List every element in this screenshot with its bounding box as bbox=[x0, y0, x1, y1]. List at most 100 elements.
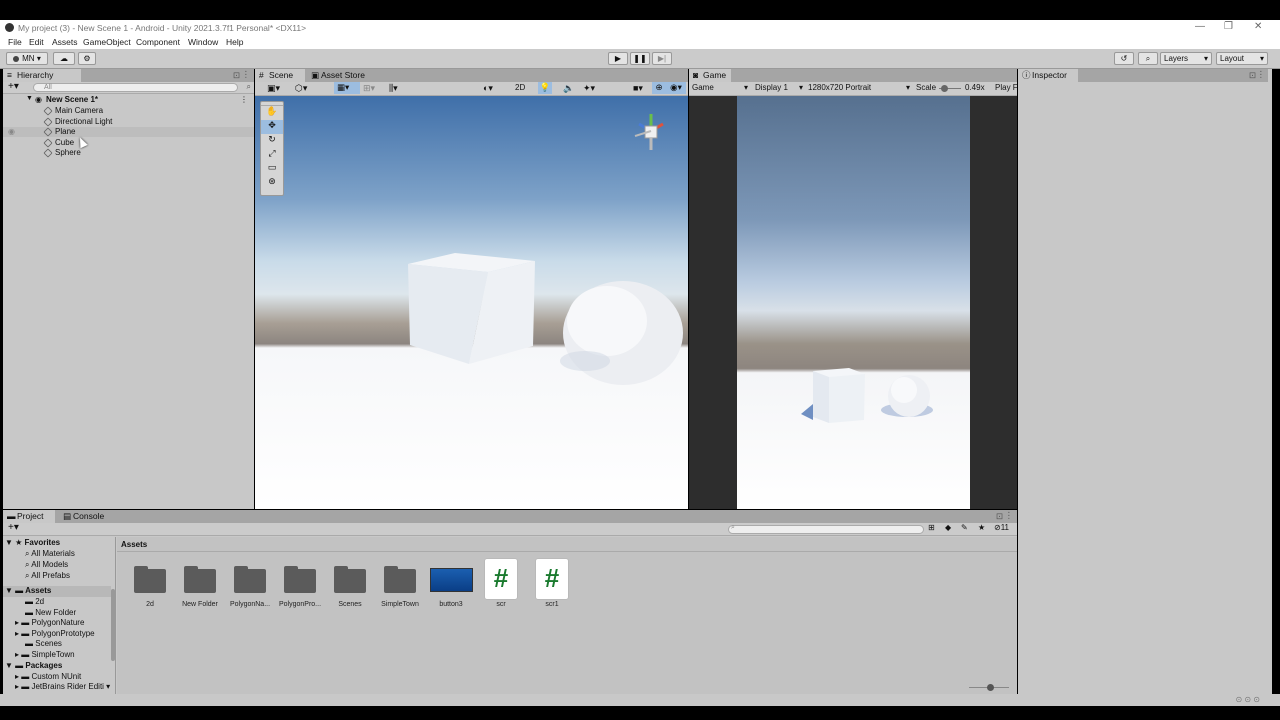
menu-gameobject[interactable]: GameObject bbox=[83, 37, 131, 47]
gizmos-toggle[interactable]: ⊕ bbox=[652, 82, 666, 94]
scale-tool-icon[interactable]: ⤢ bbox=[261, 148, 283, 162]
grid-snap-button[interactable]: ▦▾ bbox=[334, 82, 360, 94]
favorite-star-icon[interactable]: ★ bbox=[978, 523, 985, 532]
hidden-packages-icon[interactable]: ✎ bbox=[961, 523, 968, 532]
lock-icon[interactable]: ⊡ bbox=[233, 70, 240, 81]
asset-folder[interactable]: PolygonNa... bbox=[225, 565, 275, 610]
lock-icon[interactable]: ⊡ bbox=[1249, 70, 1256, 81]
folder-item[interactable]: ▬ 2d bbox=[25, 597, 44, 606]
folder-item[interactable]: ▸ ▬ PolygonPrototype bbox=[15, 629, 95, 638]
kebab-menu-icon[interactable]: ⋮ bbox=[240, 95, 248, 104]
menu-file[interactable]: File bbox=[8, 37, 22, 47]
favorite-item[interactable]: ⌕ All Prefabs bbox=[25, 571, 70, 581]
game-view-dropdown[interactable]: Game ▾ bbox=[692, 83, 748, 92]
undo-history-button[interactable]: ↺ bbox=[1114, 52, 1134, 65]
asset-folder[interactable]: PolygonPro... bbox=[275, 565, 325, 610]
add-icon[interactable]: +▾ bbox=[8, 522, 19, 533]
folder-item[interactable]: ▸ ▬ PolygonNature bbox=[15, 618, 84, 627]
resolution-dropdown[interactable]: 1280x720 Portrait ▾ bbox=[808, 83, 910, 92]
scale-slider[interactable] bbox=[939, 85, 961, 92]
folder-item[interactable]: ▬ New Folder bbox=[25, 608, 76, 617]
toggle-2d-button[interactable]: 2D bbox=[515, 83, 525, 92]
effects-icon[interactable]: ✦▾ bbox=[583, 83, 595, 94]
menu-assets[interactable]: Assets bbox=[52, 37, 78, 47]
step-button[interactable]: ▶| bbox=[652, 52, 672, 65]
project-search-input[interactable]: ⌕ bbox=[728, 524, 924, 534]
menu-edit[interactable]: Edit bbox=[29, 37, 44, 47]
asset-folder[interactable]: Scenes bbox=[325, 565, 375, 610]
cloud-button[interactable]: ☁ bbox=[53, 52, 75, 65]
render-mode-icon[interactable]: ⬡▾ bbox=[295, 83, 307, 94]
move-tool-icon[interactable]: ✥ bbox=[261, 120, 283, 134]
visibility-eye-icon[interactable]: ◉ bbox=[8, 127, 15, 136]
transform-tool-icon[interactable]: ⊛ bbox=[261, 176, 283, 190]
audio-icon[interactable]: 🔈 bbox=[563, 83, 574, 94]
folder-item[interactable]: ▬ Scenes bbox=[25, 639, 62, 648]
hidden-count[interactable]: ⊘11 bbox=[994, 523, 1009, 532]
kebab-menu-icon[interactable]: ⋮ bbox=[1005, 510, 1014, 521]
snap-icon[interactable]: ⊞▾ bbox=[363, 83, 375, 94]
collab-button[interactable]: ⚙ bbox=[78, 52, 96, 65]
rect-tool-icon[interactable]: ▭ bbox=[261, 162, 283, 176]
foldout-arrow-icon[interactable]: ▼ bbox=[26, 95, 33, 102]
lock-icon[interactable]: ⊡ bbox=[996, 511, 1003, 522]
folder-item[interactable]: ▸ ▬ SimpleTown bbox=[15, 650, 75, 659]
hand-tool-icon[interactable]: ✋ bbox=[261, 106, 283, 120]
maximize-button[interactable]: ❐ bbox=[1224, 21, 1233, 32]
orientation-gizmo[interactable] bbox=[625, 106, 675, 156]
account-button[interactable]: MN ▾ bbox=[6, 52, 48, 65]
layout-dropdown[interactable]: Layout ▾ bbox=[1216, 52, 1268, 65]
scene-viewport[interactable]: ✋ ✥ ↻ ⤢ ▭ ⊛ bbox=[255, 96, 688, 509]
asset-folder[interactable]: SimpleTown bbox=[375, 565, 425, 610]
search-icon[interactable]: ⌕ bbox=[247, 82, 251, 92]
breadcrumb[interactable]: Assets bbox=[121, 540, 147, 549]
increment-snap-icon[interactable]: ⫼▾ bbox=[389, 83, 398, 94]
menu-help[interactable]: Help bbox=[226, 37, 243, 47]
camera-icon[interactable]: ■▾ bbox=[633, 83, 643, 94]
draw-mode-icon[interactable]: ▣▾ bbox=[267, 83, 280, 94]
hierarchy-item[interactable]: Sphere bbox=[3, 148, 254, 159]
asset-script[interactable]: # scr1 bbox=[527, 555, 577, 610]
add-icon[interactable]: +▾ bbox=[8, 81, 19, 92]
shading-icon[interactable]: ◐▾ bbox=[483, 83, 493, 94]
pause-button[interactable]: ❚❚ bbox=[630, 52, 650, 65]
kebab-menu-icon[interactable]: ⋮ bbox=[1257, 69, 1266, 80]
assets-header[interactable]: ▼ ▬ Assets bbox=[3, 586, 111, 597]
asset-folder[interactable]: New Folder bbox=[175, 565, 225, 610]
kebab-menu-icon[interactable]: ⋮ bbox=[242, 69, 251, 80]
play-button[interactable]: ▶ bbox=[608, 52, 628, 65]
slider-thumb[interactable] bbox=[987, 684, 994, 691]
play-focused-dropdown[interactable]: Play F bbox=[995, 83, 1018, 92]
layers-dropdown[interactable]: Layers ▾ bbox=[1160, 52, 1212, 65]
tab-inspector[interactable]: ⓘ Inspector bbox=[1018, 69, 1078, 82]
icon-size-slider[interactable] bbox=[969, 684, 1009, 691]
lighting-toggle[interactable]: 💡 bbox=[538, 82, 552, 94]
favorites-header[interactable]: ▼ ★ Favorites bbox=[5, 538, 60, 547]
hierarchy-item[interactable]: Main Camera bbox=[3, 106, 254, 117]
tree-scrollbar[interactable] bbox=[111, 589, 115, 661]
slider-thumb[interactable] bbox=[941, 85, 948, 92]
asset-image[interactable]: button3 bbox=[426, 565, 476, 610]
minimize-button[interactable]: — bbox=[1195, 21, 1205, 32]
favorite-item[interactable]: ⌕ All Models bbox=[25, 560, 68, 570]
rotate-tool-icon[interactable]: ↻ bbox=[261, 134, 283, 148]
tab-asset-store[interactable]: ▣ Asset Store bbox=[307, 69, 379, 82]
hierarchy-item[interactable]: ◉ Plane bbox=[3, 127, 254, 138]
package-item[interactable]: ▸ ▬ JetBrains Rider Editi ▾ bbox=[15, 682, 110, 691]
game-viewport[interactable] bbox=[737, 96, 970, 509]
package-item[interactable]: ▸ ▬ Custom NUnit bbox=[15, 672, 81, 681]
search-by-type-icon[interactable]: ⊞ bbox=[928, 523, 935, 532]
asset-folder[interactable]: 2d bbox=[125, 565, 175, 610]
hierarchy-search-input[interactable]: All bbox=[33, 83, 238, 92]
gizmos-dropdown[interactable]: ◉▾ bbox=[666, 82, 686, 94]
asset-script[interactable]: # scr bbox=[476, 555, 526, 610]
tab-console[interactable]: ▤ Console bbox=[59, 510, 114, 523]
favorite-item[interactable]: ⌕ All Materials bbox=[25, 549, 75, 559]
menu-component[interactable]: Component bbox=[136, 37, 180, 47]
packages-header[interactable]: ▼ ▬ Packages bbox=[5, 661, 62, 670]
search-by-label-icon[interactable]: ◆ bbox=[945, 523, 951, 532]
tab-game[interactable]: ◙ Game bbox=[689, 69, 731, 82]
search-button[interactable]: ⌕ bbox=[1138, 52, 1158, 65]
close-button[interactable]: ✕ bbox=[1254, 21, 1262, 32]
menu-window[interactable]: Window bbox=[188, 37, 218, 47]
